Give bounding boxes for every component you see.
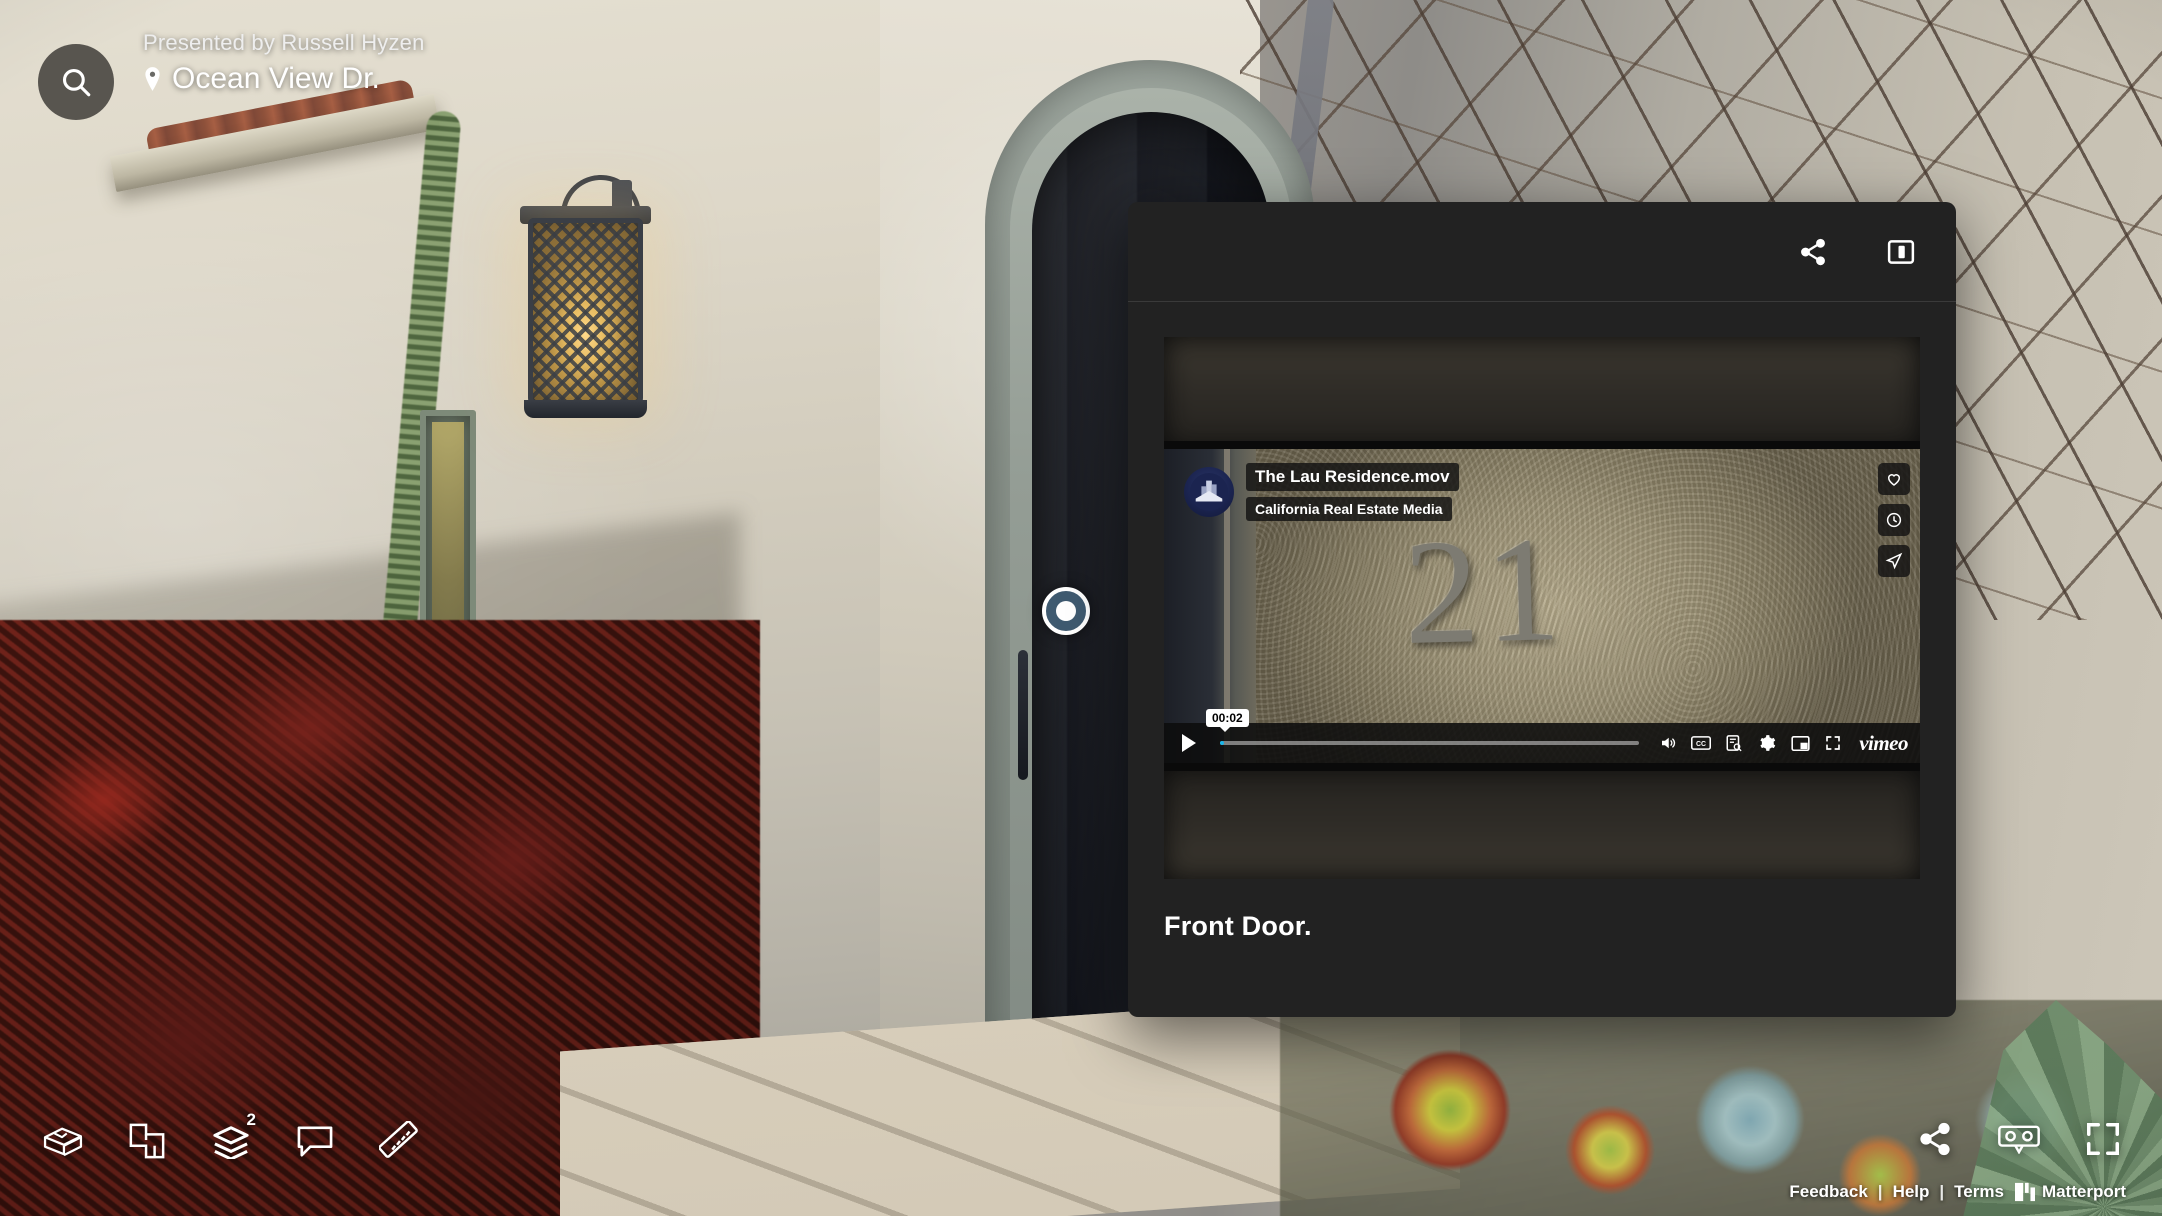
media-panel[interactable]: 21 The Lau Residence.mov California Real… [1128, 202, 1956, 1017]
video-letterbox-bottom [1164, 769, 1920, 879]
panel-header [1128, 202, 1956, 302]
vimeo-control-bar: 00:02 CC vimeo [1164, 709, 1920, 763]
terms-link[interactable]: Terms [1954, 1182, 2004, 1202]
view-toolbar: 2 [40, 1110, 422, 1164]
door-handle [1018, 650, 1028, 780]
video-frame: 21 The Lau Residence.mov California Real… [1164, 441, 1920, 771]
footer-separator-1: | [1877, 1182, 1883, 1201]
settings-button[interactable] [1756, 732, 1778, 754]
vr-view-button[interactable] [1996, 1116, 2042, 1162]
lantern-bottom [524, 400, 647, 418]
video-time-tooltip: 00:02 [1206, 709, 1249, 732]
measurement-icon [379, 1121, 418, 1158]
measurement-button[interactable] [376, 1118, 422, 1164]
gear-icon [1760, 735, 1776, 751]
play-icon [1182, 734, 1196, 752]
dollhouse-view-button[interactable] [40, 1118, 86, 1164]
search-button[interactable] [38, 44, 114, 120]
transcript-icon [1726, 735, 1742, 752]
play-button[interactable] [1176, 730, 1202, 756]
panel-caption: Front Door. [1164, 911, 1312, 941]
svg-text:CC: CC [1696, 741, 1706, 748]
video-title: The Lau Residence.mov [1246, 463, 1459, 491]
address-text: Ocean View Dr. [172, 62, 380, 95]
matterport-brand[interactable]: Matterport [2014, 1182, 2126, 1202]
matterport-logo-icon [2014, 1182, 2035, 1202]
sidebar-panel-icon [1887, 239, 1915, 264]
video-progress-bar[interactable]: 00:02 [1206, 709, 1640, 745]
vimeo-right-controls: CC vimeo [1657, 731, 1908, 756]
vr-goggles-icon [1998, 1125, 2040, 1154]
navigation-waypoint[interactable] [1042, 587, 1090, 635]
actions-toolbar [1912, 1116, 2126, 1162]
vimeo-channel-avatar[interactable] [1184, 467, 1234, 517]
presented-by-text: Presented by Russell Hyzen [143, 30, 425, 55]
paper-plane-icon [1885, 552, 1903, 570]
tour-title-block: Presented by Russell Hyzen Ocean View Dr… [143, 30, 425, 96]
clock-icon [1886, 512, 1902, 528]
layers-button[interactable]: 2 [208, 1110, 256, 1164]
volume-button[interactable] [1657, 732, 1679, 754]
video-progress-fill [1220, 741, 1225, 745]
footer-separator-2: | [1939, 1182, 1945, 1201]
search-icon [62, 68, 91, 97]
address-row: Ocean View Dr. [143, 62, 425, 96]
feedback-link[interactable]: Feedback [1789, 1182, 1867, 1202]
video-player[interactable]: 21 The Lau Residence.mov California Real… [1164, 337, 1920, 879]
matterport-label: Matterport [2041, 1182, 2126, 1201]
volume-icon [1662, 737, 1676, 749]
heart-icon [1888, 474, 1900, 486]
tags-button[interactable] [292, 1118, 338, 1164]
map-pin-icon [145, 67, 160, 91]
lantern-sconce [528, 218, 643, 408]
share-icon [1920, 1122, 1950, 1156]
panel-body: 21 The Lau Residence.mov California Real… [1128, 302, 1956, 942]
pip-button[interactable] [1789, 732, 1811, 754]
video-channel: California Real Estate Media [1246, 497, 1452, 521]
fullscreen-button[interactable] [1822, 732, 1844, 754]
floorplan-view-icon [129, 1123, 165, 1159]
fullscreen-tour-button[interactable] [2080, 1116, 2126, 1162]
like-icon[interactable] [1878, 463, 1910, 495]
floorplan-view-button[interactable] [124, 1118, 170, 1164]
house-number-text: 21 [1401, 505, 1569, 677]
transcript-button[interactable] [1723, 732, 1745, 754]
watch-later-icon[interactable] [1878, 504, 1910, 536]
tags-icon [297, 1126, 333, 1157]
vimeo-side-buttons [1878, 463, 1910, 577]
captions-button[interactable]: CC [1690, 732, 1712, 754]
panel-share-button[interactable] [1792, 231, 1834, 273]
fullscreen-icon [1826, 736, 1841, 750]
fullscreen-icon [2087, 1123, 2119, 1155]
share-tour-button[interactable] [1912, 1116, 1958, 1162]
waypoint-center-dot [1056, 601, 1076, 621]
panel-toggle-button[interactable] [1880, 231, 1922, 273]
dollhouse-view-icon [43, 1127, 83, 1157]
footer-links: Feedback | Help | Terms Matterport [1789, 1182, 2126, 1202]
real-estate-logo-icon [1190, 473, 1228, 511]
video-letterbox-top [1164, 337, 1920, 447]
vimeo-logo[interactable]: vimeo [1859, 731, 1908, 756]
share-icon [1801, 238, 1825, 265]
share-send-icon[interactable] [1878, 545, 1910, 577]
help-link[interactable]: Help [1893, 1182, 1930, 1202]
picture-in-picture-icon [1791, 735, 1810, 751]
cc-icon: CC [1691, 736, 1712, 750]
vimeo-title-group: The Lau Residence.mov California Real Es… [1246, 463, 1459, 521]
layers-badge: 2 [246, 1110, 256, 1129]
